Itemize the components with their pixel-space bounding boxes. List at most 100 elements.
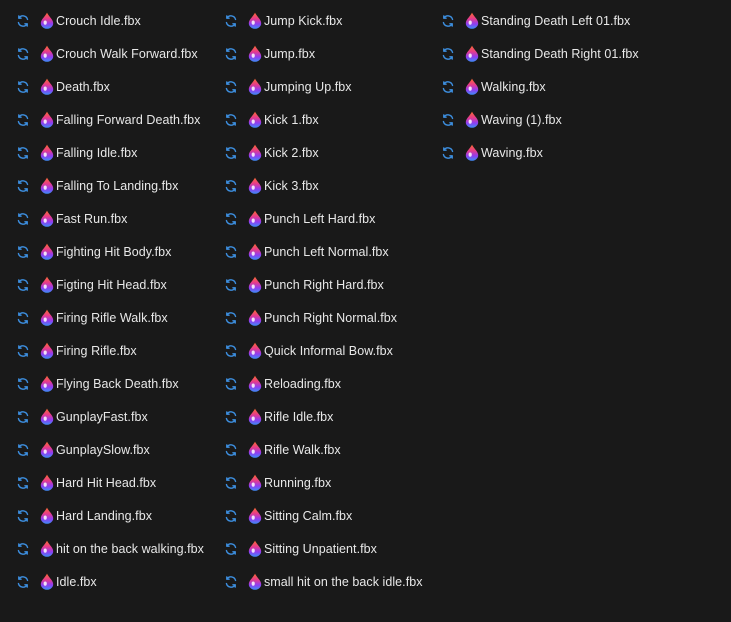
- file-item[interactable]: Punch Right Normal.fbx: [224, 301, 436, 334]
- sync-icon: [224, 146, 238, 160]
- file-name: GunplaySlow.fbx: [56, 442, 150, 457]
- fbx-app-icon: [248, 177, 262, 194]
- file-item[interactable]: Jump Kick.fbx: [224, 4, 436, 37]
- fbx-app-icon: [40, 375, 54, 392]
- fbx-app-icon: [465, 78, 479, 95]
- file-name: Crouch Idle.fbx: [56, 13, 141, 28]
- fbx-app-icon: [465, 12, 479, 29]
- fbx-app-icon: [40, 177, 54, 194]
- file-column-2: Jump Kick.fbx Jump.fbx Jumping Up.fbx Kick …: [224, 4, 436, 598]
- fbx-app-icon: [465, 144, 479, 161]
- file-item[interactable]: Idle.fbx: [16, 565, 221, 598]
- fbx-app-icon: [40, 474, 54, 491]
- file-item[interactable]: Crouch Walk Forward.fbx: [16, 37, 221, 70]
- file-item[interactable]: Figting Hit Head.fbx: [16, 268, 221, 301]
- sync-icon: [441, 47, 455, 61]
- file-item[interactable]: GunplaySlow.fbx: [16, 433, 221, 466]
- file-name: Fast Run.fbx: [56, 211, 128, 226]
- file-item[interactable]: Sitting Unpatient.fbx: [224, 532, 436, 565]
- file-item[interactable]: Walking.fbx: [441, 70, 711, 103]
- sync-icon: [16, 443, 30, 457]
- file-item[interactable]: Waving (1).fbx: [441, 103, 711, 136]
- sync-icon: [224, 212, 238, 226]
- fbx-app-icon: [40, 12, 54, 29]
- file-item[interactable]: Flying Back Death.fbx: [16, 367, 221, 400]
- fbx-app-icon: [248, 243, 262, 260]
- file-item[interactable]: Rifle Idle.fbx: [224, 400, 436, 433]
- file-item[interactable]: Kick 3.fbx: [224, 169, 436, 202]
- sync-icon: [441, 14, 455, 28]
- file-name: Kick 2.fbx: [264, 145, 319, 160]
- sync-icon: [224, 179, 238, 193]
- file-name: Firing Rifle Walk.fbx: [56, 310, 168, 325]
- file-item[interactable]: Fast Run.fbx: [16, 202, 221, 235]
- fbx-app-icon: [248, 45, 262, 62]
- fbx-app-icon: [40, 573, 54, 590]
- file-item[interactable]: Standing Death Left 01.fbx: [441, 4, 711, 37]
- fbx-app-icon: [465, 111, 479, 128]
- file-item[interactable]: Reloading.fbx: [224, 367, 436, 400]
- file-item[interactable]: Jumping Up.fbx: [224, 70, 436, 103]
- fbx-app-icon: [465, 45, 479, 62]
- fbx-app-icon: [248, 210, 262, 227]
- file-name: Quick Informal Bow.fbx: [264, 343, 393, 358]
- file-item[interactable]: Kick 1.fbx: [224, 103, 436, 136]
- sync-icon: [16, 212, 30, 226]
- fbx-app-icon: [40, 45, 54, 62]
- file-item[interactable]: Quick Informal Bow.fbx: [224, 334, 436, 367]
- file-item[interactable]: Jump.fbx: [224, 37, 436, 70]
- file-item[interactable]: Running.fbx: [224, 466, 436, 499]
- fbx-app-icon: [248, 441, 262, 458]
- file-name: Rifle Walk.fbx: [264, 442, 341, 457]
- file-item[interactable]: Waving.fbx: [441, 136, 711, 169]
- sync-icon: [224, 443, 238, 457]
- file-item[interactable]: Firing Rifle.fbx: [16, 334, 221, 367]
- sync-icon: [224, 476, 238, 490]
- sync-icon: [16, 14, 30, 28]
- sync-icon: [224, 14, 238, 28]
- file-item[interactable]: Punch Left Normal.fbx: [224, 235, 436, 268]
- sync-icon: [224, 47, 238, 61]
- file-item[interactable]: Punch Left Hard.fbx: [224, 202, 436, 235]
- sync-icon: [16, 575, 30, 589]
- file-item[interactable]: Firing Rifle Walk.fbx: [16, 301, 221, 334]
- file-name: Punch Left Hard.fbx: [264, 211, 376, 226]
- fbx-app-icon: [40, 276, 54, 293]
- fbx-app-icon: [248, 408, 262, 425]
- file-item[interactable]: small hit on the back idle.fbx: [224, 565, 436, 598]
- sync-icon: [224, 80, 238, 94]
- file-item[interactable]: Sitting Calm.fbx: [224, 499, 436, 532]
- sync-icon: [16, 245, 30, 259]
- fbx-app-icon: [40, 78, 54, 95]
- file-item[interactable]: hit on the back walking.fbx: [16, 532, 221, 565]
- file-item[interactable]: Kick 2.fbx: [224, 136, 436, 169]
- file-item[interactable]: Death.fbx: [16, 70, 221, 103]
- file-name: Punch Right Hard.fbx: [264, 277, 384, 292]
- file-item[interactable]: Falling Idle.fbx: [16, 136, 221, 169]
- file-name: Hard Landing.fbx: [56, 508, 153, 523]
- fbx-app-icon: [248, 111, 262, 128]
- file-item[interactable]: Falling To Landing.fbx: [16, 169, 221, 202]
- file-name: Falling Forward Death.fbx: [56, 112, 201, 127]
- file-item[interactable]: Hard Landing.fbx: [16, 499, 221, 532]
- file-name: hit on the back walking.fbx: [56, 541, 204, 556]
- file-item[interactable]: GunplayFast.fbx: [16, 400, 221, 433]
- fbx-app-icon: [40, 342, 54, 359]
- fbx-app-icon: [248, 540, 262, 557]
- file-item[interactable]: Punch Right Hard.fbx: [224, 268, 436, 301]
- file-item[interactable]: Fighting Hit Body.fbx: [16, 235, 221, 268]
- file-item[interactable]: Crouch Idle.fbx: [16, 4, 221, 37]
- file-column-1: Crouch Idle.fbx Crouch Walk Forward.fbx De…: [16, 4, 221, 598]
- fbx-app-icon: [40, 441, 54, 458]
- fbx-app-icon: [40, 144, 54, 161]
- file-name: Punch Right Normal.fbx: [264, 310, 398, 325]
- file-item[interactable]: Standing Death Right 01.fbx: [441, 37, 711, 70]
- sync-icon: [224, 278, 238, 292]
- file-item[interactable]: Hard Hit Head.fbx: [16, 466, 221, 499]
- sync-icon: [16, 377, 30, 391]
- file-item[interactable]: Falling Forward Death.fbx: [16, 103, 221, 136]
- file-name: Waving.fbx: [481, 145, 543, 160]
- file-name: Figting Hit Head.fbx: [56, 277, 167, 292]
- file-item[interactable]: Rifle Walk.fbx: [224, 433, 436, 466]
- sync-icon: [224, 377, 238, 391]
